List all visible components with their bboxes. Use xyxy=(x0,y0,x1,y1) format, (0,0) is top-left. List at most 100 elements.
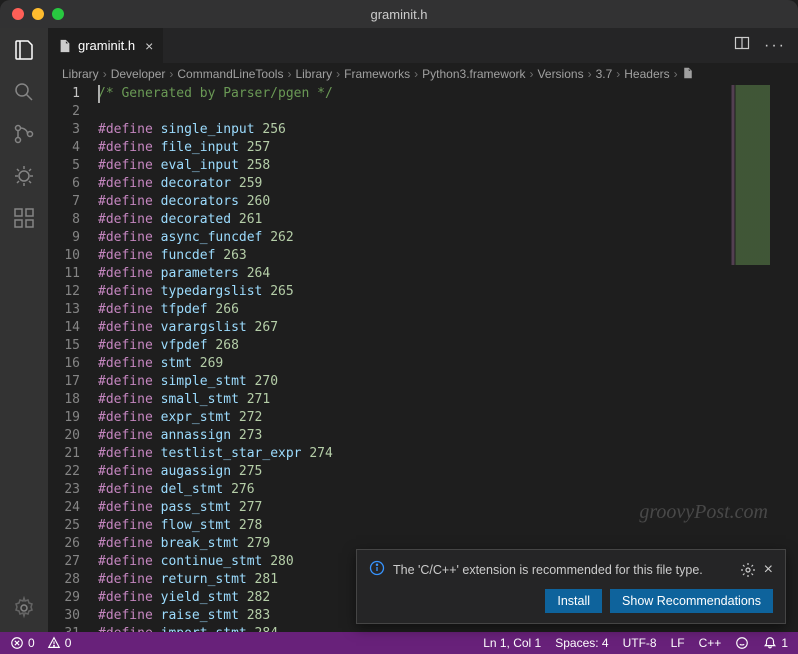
code-line[interactable]: #define small_stmt 271 xyxy=(98,391,798,409)
explorer-icon[interactable] xyxy=(12,38,36,62)
code-line[interactable]: #define decorators 260 xyxy=(98,193,798,211)
breadcrumb-segment[interactable]: 3.7 xyxy=(596,67,613,81)
minimap[interactable] xyxy=(728,85,798,265)
code-line[interactable]: #define parameters 264 xyxy=(98,265,798,283)
info-icon xyxy=(369,560,385,579)
line-number: 7 xyxy=(48,193,80,211)
extensions-icon[interactable] xyxy=(12,206,36,230)
chevron-right-icon: › xyxy=(414,67,418,81)
code-line[interactable]: #define varargslist 267 xyxy=(98,319,798,337)
line-number: 1 xyxy=(48,85,80,103)
code-line[interactable]: #define simple_stmt 270 xyxy=(98,373,798,391)
line-number: 16 xyxy=(48,355,80,373)
notification-close-icon[interactable]: × xyxy=(764,561,773,579)
window-title: graminit.h xyxy=(370,7,427,22)
line-number: 29 xyxy=(48,589,80,607)
breadcrumb-segment[interactable]: Developer xyxy=(111,67,166,81)
status-language[interactable]: C++ xyxy=(699,636,722,650)
text-cursor xyxy=(98,85,100,103)
line-number: 23 xyxy=(48,481,80,499)
code-line[interactable]: #define stmt 269 xyxy=(98,355,798,373)
search-icon[interactable] xyxy=(12,80,36,104)
code-line[interactable]: #define expr_stmt 272 xyxy=(98,409,798,427)
code-line[interactable]: #define del_stmt 276 xyxy=(98,481,798,499)
maximize-window-button[interactable] xyxy=(52,8,64,20)
line-number: 11 xyxy=(48,265,80,283)
code-line[interactable] xyxy=(98,103,798,121)
code-line[interactable]: #define file_input 257 xyxy=(98,139,798,157)
install-button[interactable]: Install xyxy=(545,589,602,613)
line-number: 31 xyxy=(48,625,80,632)
code-line[interactable]: #define testlist_star_expr 274 xyxy=(98,445,798,463)
line-number: 14 xyxy=(48,319,80,337)
status-cursor-position[interactable]: Ln 1, Col 1 xyxy=(483,636,541,650)
chevron-right-icon: › xyxy=(530,67,534,81)
code-line[interactable]: #define annassign 273 xyxy=(98,427,798,445)
code-line[interactable]: #define decorated 261 xyxy=(98,211,798,229)
status-warnings[interactable]: 0 xyxy=(47,636,72,650)
line-number: 25 xyxy=(48,517,80,535)
tab-close-icon[interactable]: × xyxy=(145,38,153,54)
more-actions-icon[interactable]: ··· xyxy=(764,37,786,55)
status-encoding[interactable]: UTF-8 xyxy=(623,636,657,650)
line-number: 24 xyxy=(48,499,80,517)
line-number: 15 xyxy=(48,337,80,355)
line-number: 22 xyxy=(48,463,80,481)
code-line[interactable]: #define funcdef 263 xyxy=(98,247,798,265)
chevron-right-icon: › xyxy=(588,67,592,81)
status-notifications-icon[interactable]: 1 xyxy=(763,636,788,650)
minimize-window-button[interactable] xyxy=(32,8,44,20)
line-number: 21 xyxy=(48,445,80,463)
breadcrumb[interactable]: Library › Developer › CommandLineTools ›… xyxy=(48,63,798,85)
line-number: 2 xyxy=(48,103,80,121)
chevron-right-icon: › xyxy=(287,67,291,81)
breadcrumb-segment[interactable]: Python3.framework xyxy=(422,67,525,81)
show-recommendations-button[interactable]: Show Recommendations xyxy=(610,589,773,613)
line-number: 4 xyxy=(48,139,80,157)
code-line[interactable]: #define import_stmt 284 xyxy=(98,625,798,632)
status-indentation[interactable]: Spaces: 4 xyxy=(555,636,608,650)
status-bar: 0 0 Ln 1, Col 1 Spaces: 4 UTF-8 LF C++ 1 xyxy=(0,632,798,654)
line-number: 30 xyxy=(48,607,80,625)
source-control-icon[interactable] xyxy=(12,122,36,146)
status-eol[interactable]: LF xyxy=(671,636,685,650)
file-icon xyxy=(58,39,72,53)
breadcrumb-segment[interactable]: Headers xyxy=(624,67,669,81)
code-line[interactable]: #define tfpdef 266 xyxy=(98,301,798,319)
line-number: 9 xyxy=(48,229,80,247)
code-line[interactable]: #define single_input 256 xyxy=(98,121,798,139)
status-feedback-icon[interactable] xyxy=(735,636,749,650)
settings-gear-icon[interactable] xyxy=(12,596,36,620)
window-controls xyxy=(12,8,64,20)
breadcrumb-segment[interactable]: Library xyxy=(295,67,332,81)
line-number: 8 xyxy=(48,211,80,229)
code-line[interactable]: #define decorator 259 xyxy=(98,175,798,193)
editor-area: graminit.h × ··· Library › Developer › C… xyxy=(48,28,798,632)
breadcrumb-segment[interactable]: Versions xyxy=(538,67,584,81)
line-number: 28 xyxy=(48,571,80,589)
code-line[interactable]: #define typedargslist 265 xyxy=(98,283,798,301)
status-errors[interactable]: 0 xyxy=(10,636,35,650)
code-line[interactable]: #define flow_stmt 278 xyxy=(98,517,798,535)
code-line[interactable]: #define pass_stmt 277 xyxy=(98,499,798,517)
line-number: 26 xyxy=(48,535,80,553)
line-number: 27 xyxy=(48,553,80,571)
notification-settings-icon[interactable] xyxy=(740,562,756,578)
editor-tabs: graminit.h × ··· xyxy=(48,28,798,63)
line-number: 19 xyxy=(48,409,80,427)
close-window-button[interactable] xyxy=(12,8,24,20)
breadcrumb-segment[interactable]: CommandLineTools xyxy=(177,67,283,81)
tab-graminit[interactable]: graminit.h × xyxy=(48,28,164,63)
breadcrumb-segment[interactable]: Frameworks xyxy=(344,67,410,81)
notification-message: The 'C/C++' extension is recommended for… xyxy=(393,563,732,577)
debug-icon[interactable] xyxy=(12,164,36,188)
code-line[interactable]: #define async_funcdef 262 xyxy=(98,229,798,247)
code-line[interactable]: #define eval_input 258 xyxy=(98,157,798,175)
split-editor-icon[interactable] xyxy=(734,35,750,56)
code-line[interactable]: /* Generated by Parser/pgen */ xyxy=(98,85,798,103)
code-line[interactable]: #define augassign 275 xyxy=(98,463,798,481)
line-number: 13 xyxy=(48,301,80,319)
chevron-right-icon: › xyxy=(103,67,107,81)
code-line[interactable]: #define vfpdef 268 xyxy=(98,337,798,355)
breadcrumb-segment[interactable]: Library xyxy=(62,67,99,81)
